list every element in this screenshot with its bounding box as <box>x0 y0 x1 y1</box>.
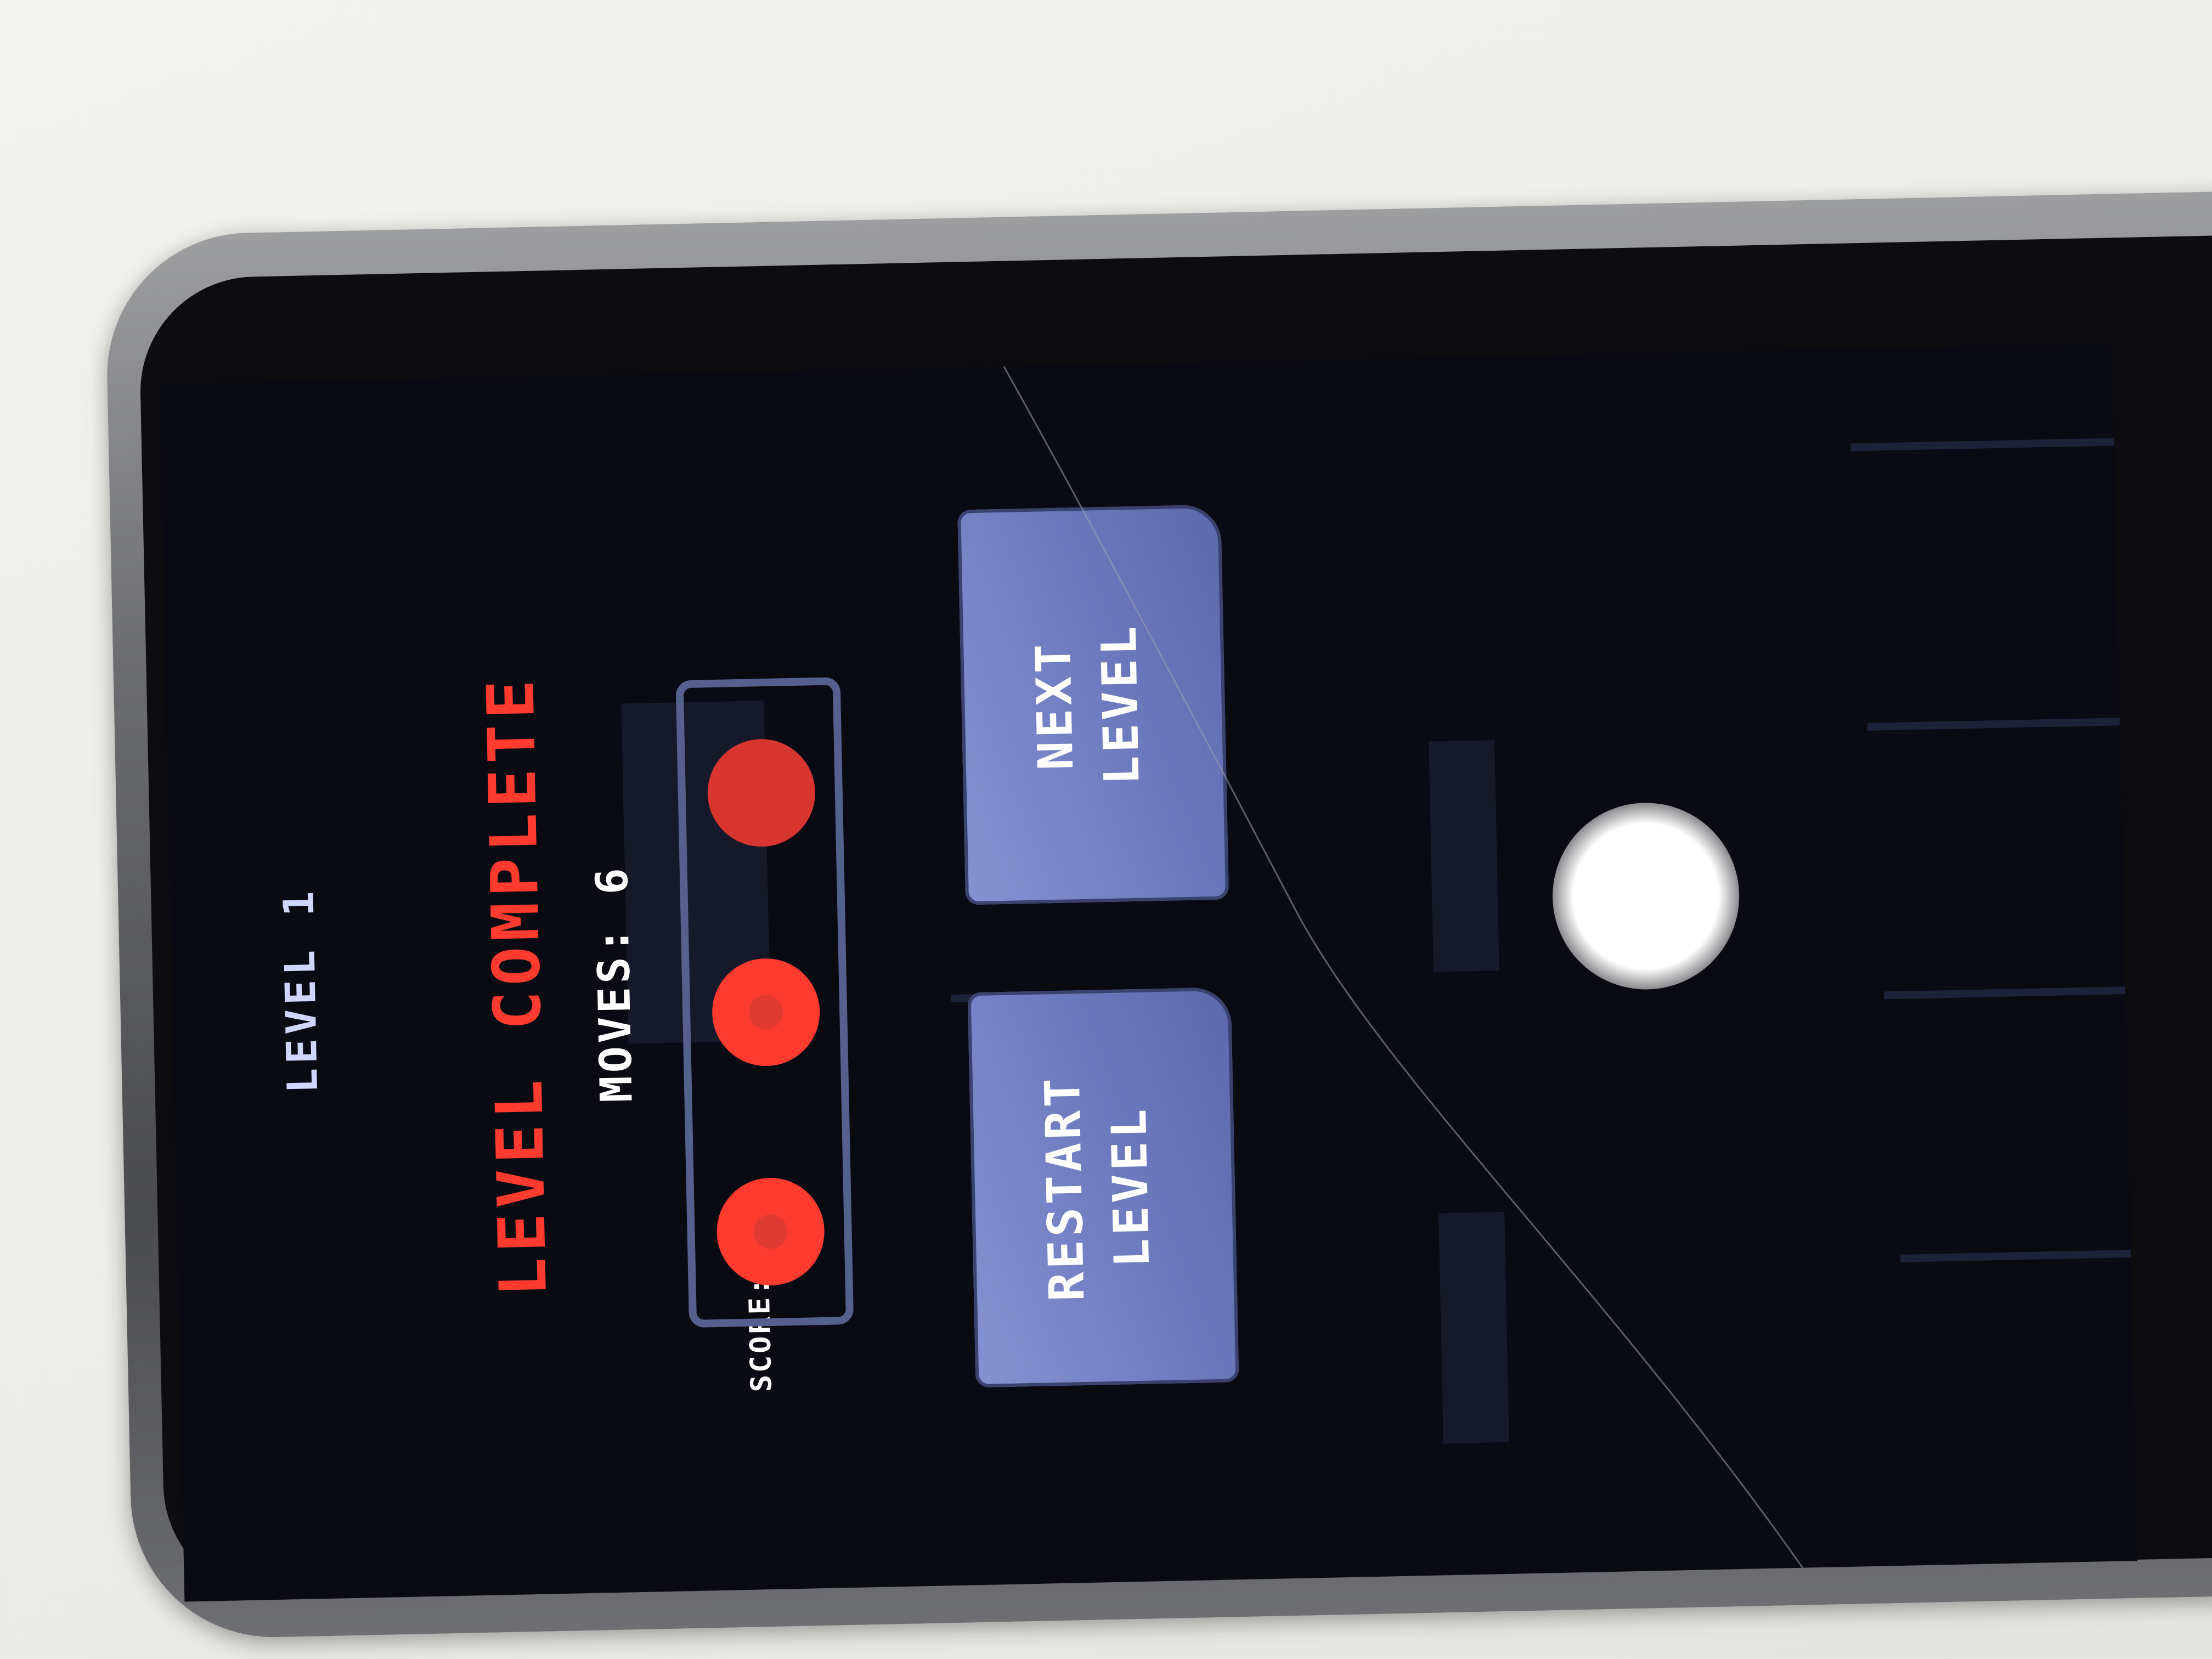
game-screen: LEVEL 1 LEVEL COMPLETE MOVES: 6 SCORE: R… <box>159 343 2137 1602</box>
screen-crack <box>1003 366 1804 1568</box>
